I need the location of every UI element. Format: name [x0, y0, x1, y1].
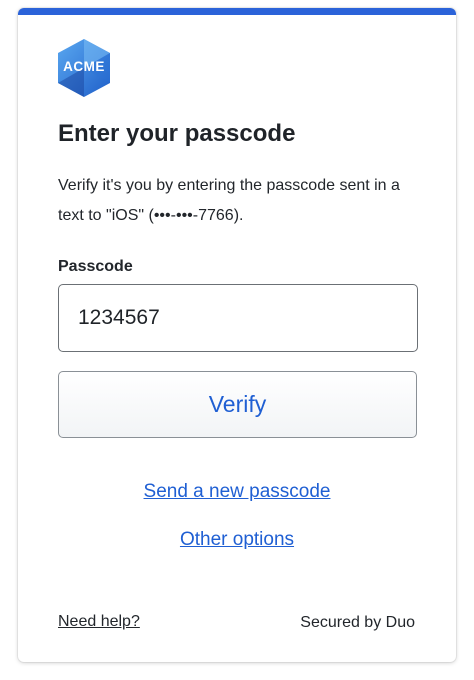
other-options-row: Other options — [18, 529, 456, 551]
footer: Need help? Secured by Duo — [58, 613, 415, 631]
secured-by-duo: Secured by Duo — [300, 614, 415, 631]
logo-text: ACME — [63, 59, 105, 74]
page-title: Enter your passcode — [58, 120, 296, 147]
passcode-instructions: Verify it's you by entering the passcode… — [58, 177, 400, 224]
passcode-input[interactable] — [58, 284, 418, 352]
other-options-link[interactable]: Other options — [180, 529, 294, 550]
verify-button[interactable]: Verify — [58, 371, 417, 438]
passcode-label: Passcode — [58, 258, 133, 275]
need-help-link[interactable]: Need help? — [58, 613, 140, 630]
send-new-passcode-row: Send a new passcode — [18, 481, 456, 503]
acme-logo: ACME — [56, 38, 112, 98]
passcode-card: ACME Enter your passcode Verify it's you… — [18, 8, 456, 662]
send-new-passcode-link[interactable]: Send a new passcode — [144, 481, 331, 502]
accent-top-bar — [18, 8, 456, 15]
